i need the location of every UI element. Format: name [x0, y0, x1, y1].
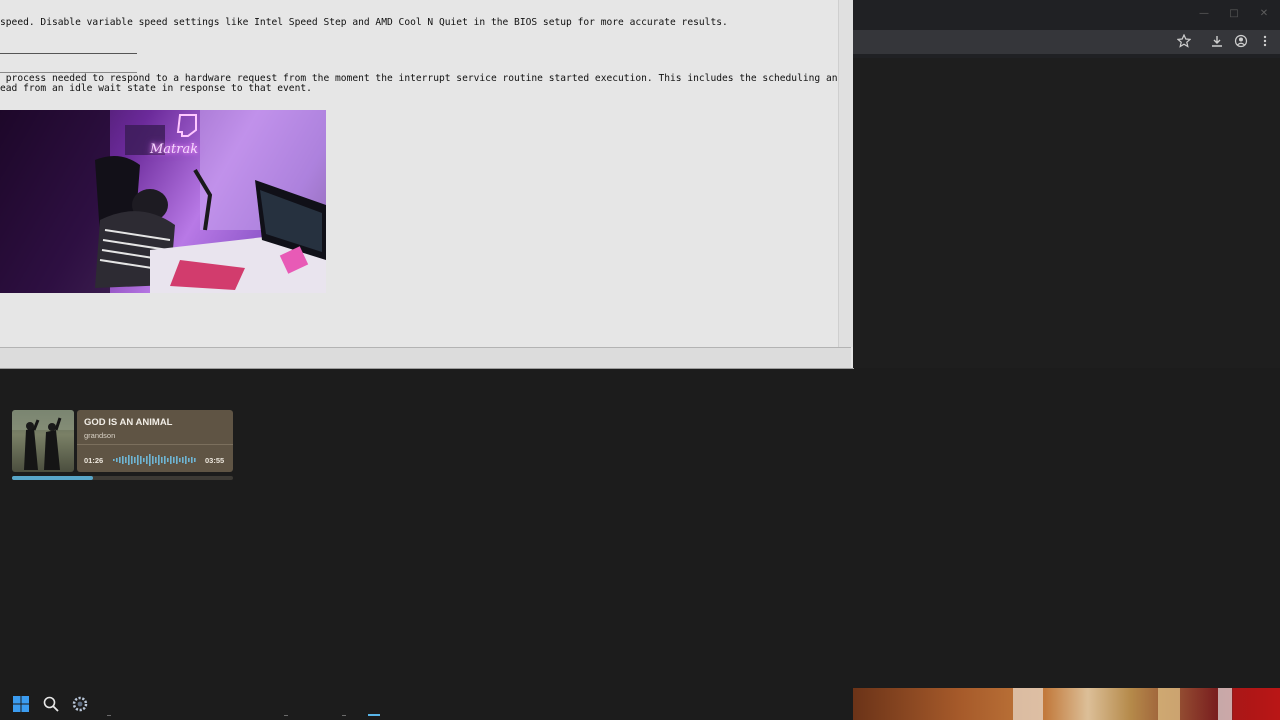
browser-content: [853, 58, 1280, 368]
duration-time: 03:55: [205, 456, 225, 465]
playback-progress-fill: [12, 476, 93, 480]
search-icon[interactable]: [42, 695, 60, 713]
taskbar-indicator: [107, 715, 111, 716]
setup-photo-graphic: [0, 110, 326, 293]
album-art-graphic: [12, 410, 74, 470]
maximize-button[interactable]: □: [1226, 6, 1242, 22]
profile-icon[interactable]: [1233, 34, 1249, 50]
vertical-scrollbar[interactable]: [838, 0, 853, 347]
taskbar: [0, 688, 853, 720]
star-icon[interactable]: [1176, 33, 1192, 50]
taskbar-indicator: [342, 715, 346, 716]
windows-start-icon[interactable]: [12, 695, 30, 713]
more-icon[interactable]: [1257, 34, 1273, 50]
close-button[interactable]: ✕: [1256, 6, 1272, 22]
song-title: GOD IS AN ANIMAL: [84, 417, 173, 428]
settings-icon[interactable]: [71, 695, 89, 713]
neon-sign-text: Matrak: [150, 142, 199, 157]
album-art[interactable]: [12, 410, 74, 472]
webcam-graphic: [1013, 688, 1280, 720]
webcam-overlay: [853, 688, 1280, 720]
playback-progress-bar[interactable]: [12, 476, 233, 480]
waveform-visualizer: [113, 454, 196, 466]
active-app-indicator: [368, 714, 380, 716]
divider: [0, 53, 137, 54]
browser-window-chrome: — □ ✕: [853, 0, 1280, 58]
document-window: speed. Disable variable speed settings l…: [0, 0, 854, 369]
document-text-line: speed. Disable variable speed settings l…: [0, 17, 728, 28]
divider: [77, 444, 233, 445]
setup-photo: Matrak: [0, 110, 326, 293]
horizontal-scrollbar[interactable]: [0, 347, 851, 368]
taskbar-indicator: [284, 715, 288, 716]
download-icon[interactable]: [1209, 34, 1225, 50]
song-artist: grandson: [84, 431, 116, 440]
elapsed-time: 01:26: [84, 456, 104, 465]
document-text-line: ead from an idle wait state in response …: [0, 83, 312, 94]
now-playing-card[interactable]: GOD IS AN ANIMAL grandson 01:26 03:55: [77, 410, 233, 472]
minimize-button[interactable]: —: [1196, 6, 1212, 22]
music-player-widget: GOD IS AN ANIMAL grandson 01:26 03:55: [12, 410, 233, 482]
tab-strip: [853, 0, 1280, 28]
